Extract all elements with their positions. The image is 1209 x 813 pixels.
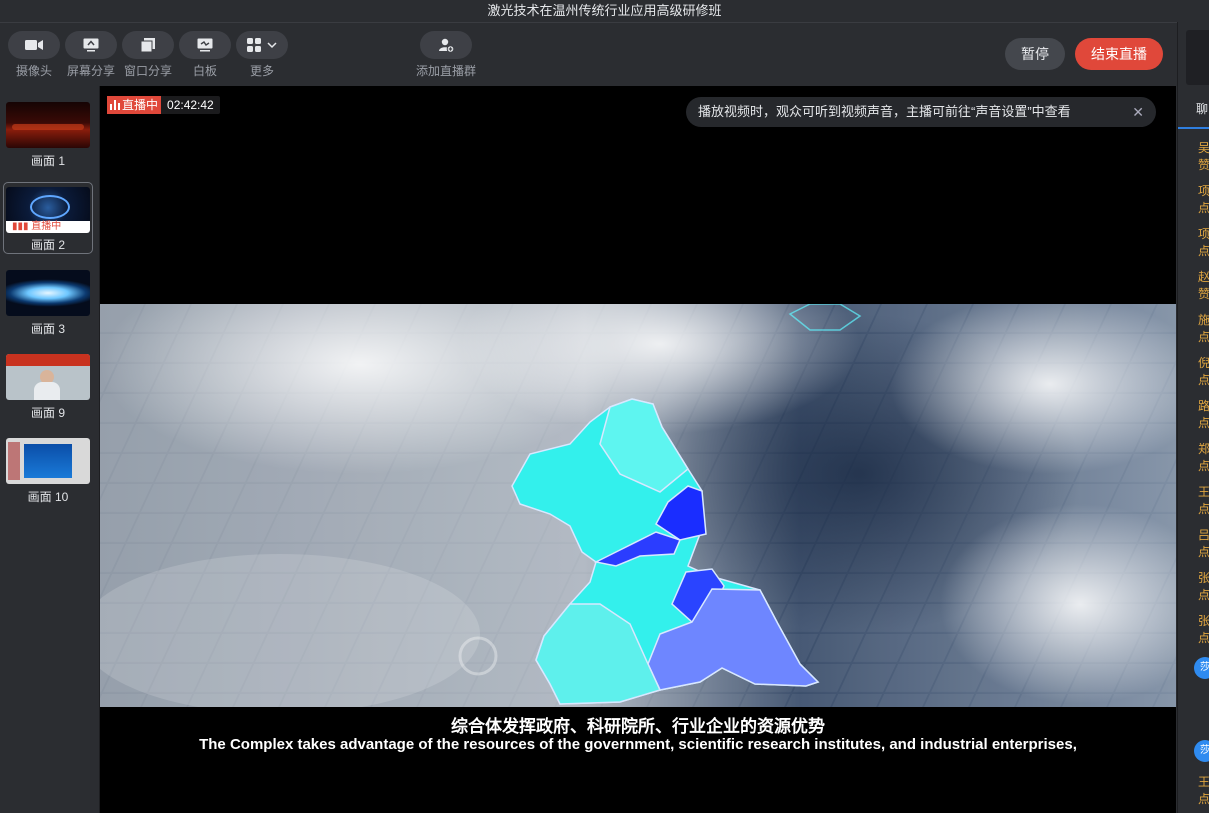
scene-preview: [6, 438, 90, 484]
live-indicator: 直播中: [107, 96, 162, 114]
video-preview: 直播中 02:42:42 播放视频时，观众可听到视频声音，主播可前往“声音设置”…: [100, 86, 1176, 813]
scene-list: 画面 1 ▮▮▮ 直播中 画面 2 画面 3 画面 9 画面 10: [0, 86, 100, 813]
scene-thumb-3[interactable]: 画面 3: [4, 270, 92, 336]
live-bars-icon: ▮▮▮: [12, 221, 29, 232]
window-share-icon: [141, 38, 155, 52]
chat-message: 吴赞: [1198, 141, 1209, 172]
window-share-label: 窗口分享: [123, 64, 172, 78]
chat-message: 项点: [1198, 227, 1209, 258]
grid-icon: [247, 38, 261, 52]
chat-message: 郑点: [1198, 442, 1209, 473]
scene-label: 画面 1: [30, 154, 65, 168]
chat-message: 张点: [1198, 614, 1209, 645]
chat-message: 项点: [1198, 184, 1209, 215]
chat-message: 王点: [1198, 485, 1209, 516]
more-button[interactable]: 更多: [236, 31, 288, 79]
live-bars-icon: [110, 100, 120, 110]
whiteboard-label: 白板: [192, 64, 217, 78]
chat-message: 吕点: [1198, 528, 1209, 559]
audio-notice: 播放视频时，观众可听到视频声音，主播可前往“声音设置”中查看 ✕: [686, 97, 1156, 127]
chat-message: 赵赞: [1198, 270, 1209, 301]
whiteboard-icon: [197, 38, 213, 52]
chat-message: 张点: [1198, 571, 1209, 602]
window-title: 激光技术在温州传统行业应用高级研修班: [0, 0, 1209, 23]
subtitle-english: The Complex takes advantage of the resou…: [199, 736, 1077, 753]
scene-thumb-9[interactable]: 画面 9: [4, 354, 92, 420]
window-share-button[interactable]: 窗口分享: [122, 31, 174, 79]
scene-thumb-1[interactable]: 画面 1: [4, 102, 92, 168]
chat-panel: 聊 吴赞 项点 项点 赵赞 施点 倪点 路点 郑点 王点 吕点 张点 张点 莎 …: [1177, 22, 1209, 813]
live-status: 直播中 02:42:42: [107, 96, 220, 114]
live-badge: ▮▮▮ 直播中: [12, 221, 62, 232]
camera-icon: [25, 40, 43, 50]
chat-message: 倪点: [1198, 356, 1209, 387]
toolbar: 摄像头 屏幕分享 窗口分享 白板 更多 添加直播群 暂停 结束直播: [0, 23, 1176, 85]
add-group-icon: [439, 38, 454, 53]
scene-label: 画面 3: [30, 322, 65, 336]
screen-share-icon: [83, 38, 99, 52]
whiteboard-button[interactable]: 白板: [179, 31, 231, 79]
video-frame: [100, 304, 1176, 707]
chat-message: 施点: [1198, 313, 1209, 344]
scene-preview: [6, 354, 90, 400]
pause-button[interactable]: 暂停: [1005, 38, 1065, 70]
live-timer: 02:42:42: [167, 98, 214, 112]
screen-share-label: 屏幕分享: [66, 64, 115, 78]
add-group-label: 添加直播群: [415, 64, 476, 78]
chat-preview-box: [1186, 30, 1209, 85]
add-group-button[interactable]: 添加直播群: [416, 31, 476, 79]
tab-chat-underline: [1178, 127, 1209, 129]
scene-thumb-10[interactable]: 画面 10: [4, 438, 92, 504]
scene-label: 画面 9: [30, 406, 65, 420]
scene-label: 画面 2: [30, 238, 65, 252]
subtitle-chinese: 综合体发挥政府、科研院所、行业企业的资源优势: [451, 717, 825, 736]
chat-message: 王点: [1198, 775, 1209, 806]
map-scene-image: [100, 304, 1176, 707]
more-label: 更多: [249, 64, 274, 78]
camera-button[interactable]: 摄像头: [8, 31, 60, 79]
scene-preview: [6, 270, 90, 316]
scene-preview: [6, 102, 90, 148]
scene-label: 画面 10: [27, 490, 69, 504]
scene-preview: ▮▮▮ 直播中: [6, 187, 90, 233]
scene-thumb-2[interactable]: ▮▮▮ 直播中 画面 2: [3, 182, 93, 254]
chat-message: 路点: [1198, 399, 1209, 430]
audio-notice-text: 播放视频时，观众可听到视频声音，主播可前往“声音设置”中查看: [698, 104, 1071, 119]
chevron-down-icon: [267, 42, 277, 49]
camera-label: 摄像头: [15, 64, 52, 78]
screen-share-button[interactable]: 屏幕分享: [65, 31, 117, 79]
end-live-button[interactable]: 结束直播: [1075, 38, 1163, 70]
close-icon[interactable]: ✕: [1132, 97, 1144, 127]
avatar[interactable]: 莎: [1194, 740, 1209, 762]
avatar[interactable]: 莎: [1194, 657, 1209, 679]
tab-chat[interactable]: 聊: [1196, 100, 1208, 117]
